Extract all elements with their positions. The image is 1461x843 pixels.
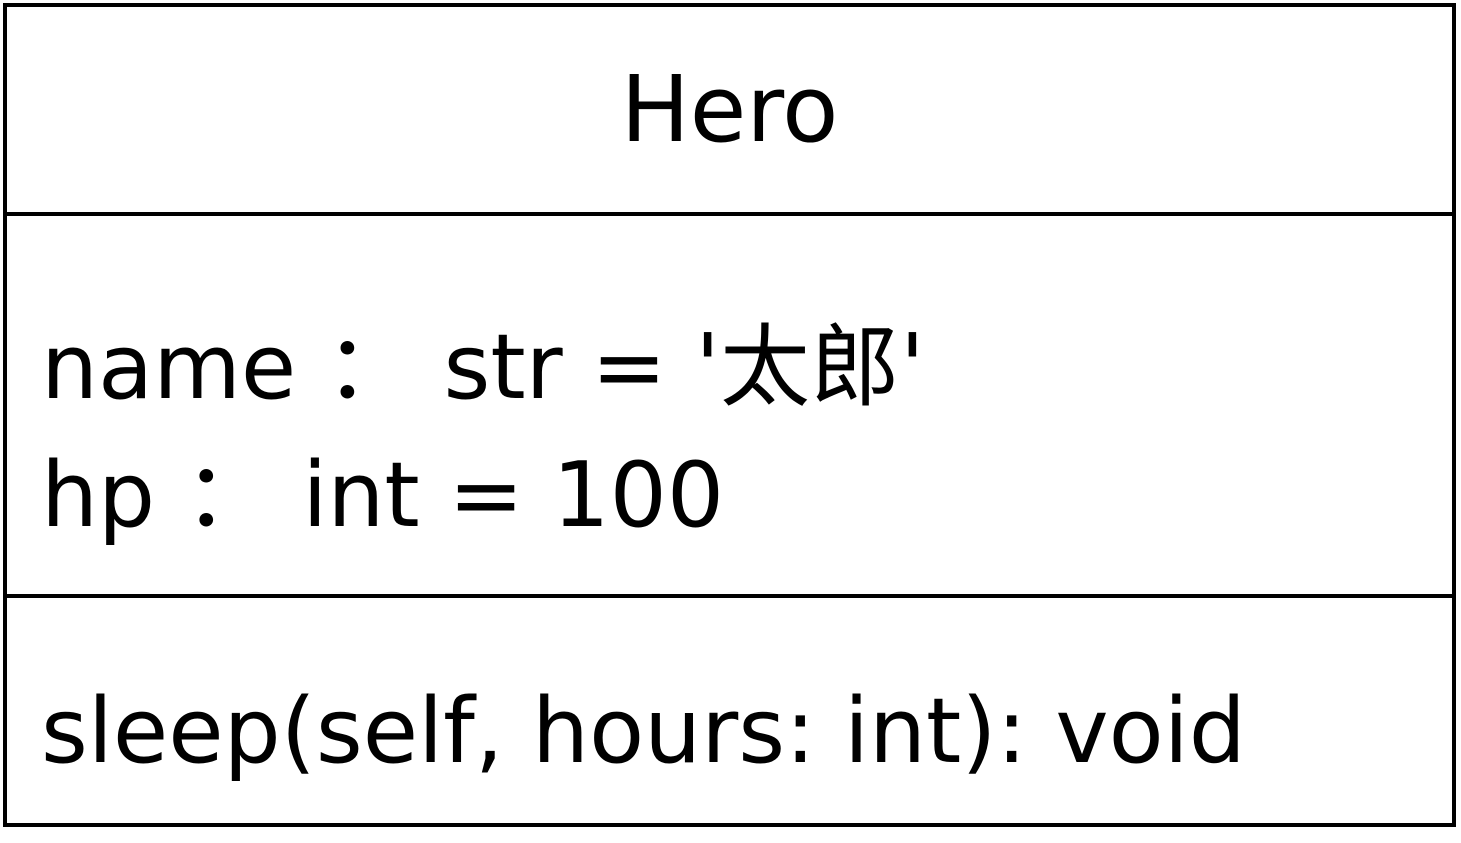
attribute-hp: hp ： int = 100: [41, 443, 725, 548]
methods-compartment: sleep(self, hours: int): void: [7, 598, 1452, 823]
method-sleep: sleep(self, hours: int): void: [41, 679, 1246, 784]
class-name-compartment: Hero: [7, 7, 1452, 216]
class-name: Hero: [620, 55, 839, 163]
uml-class-box: Hero name ： str = '太郎' hp ： int = 100 sl…: [3, 3, 1456, 827]
attributes-compartment: name ： str = '太郎' hp ： int = 100: [7, 216, 1452, 598]
attribute-name: name ： str = '太郎': [41, 315, 925, 420]
